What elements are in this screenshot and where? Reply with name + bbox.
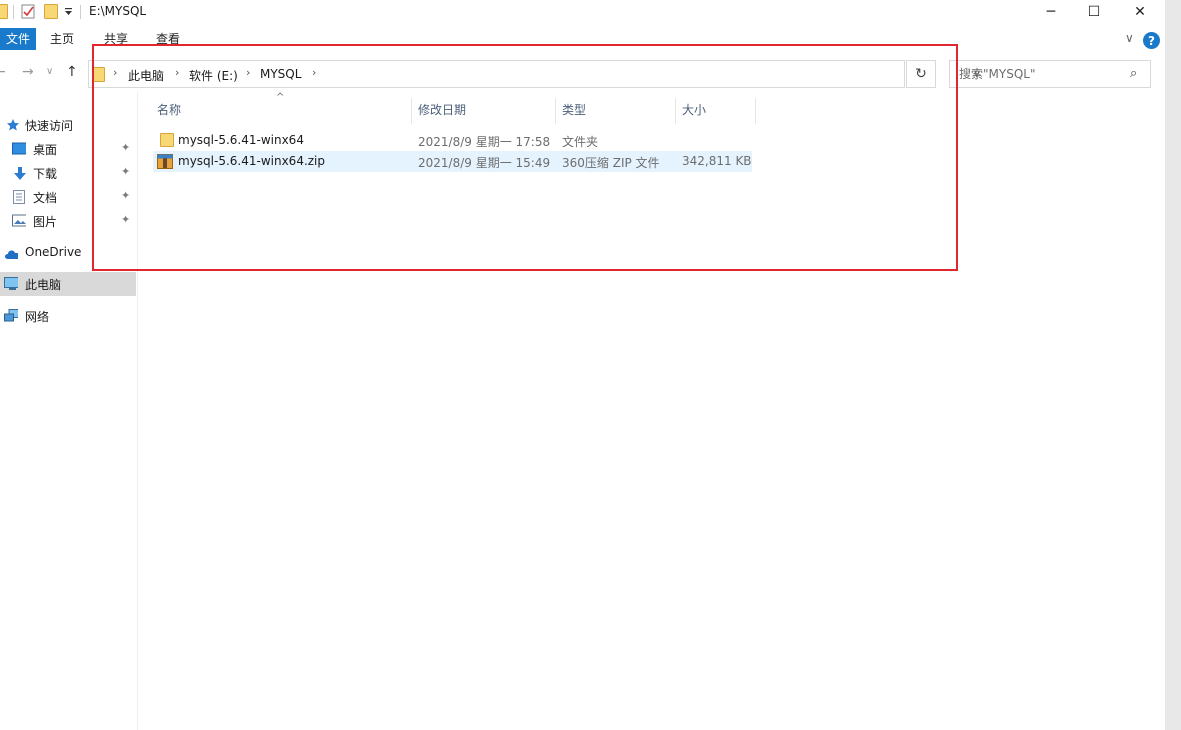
search-icon[interactable]: ⌕: [1130, 66, 1137, 81]
folder-icon: [0, 4, 8, 19]
help-icon[interactable]: ?: [1143, 32, 1160, 49]
nav-item-label: OneDrive: [25, 245, 82, 259]
properties-icon[interactable]: [21, 4, 36, 19]
up-button[interactable]: ↑: [66, 64, 78, 80]
download-icon: [14, 167, 26, 180]
nav-item-label: 此电脑: [25, 278, 62, 292]
window-edge: [1165, 0, 1181, 730]
pictures-icon: [12, 214, 26, 227]
maximize-button[interactable]: ☐: [1071, 0, 1117, 24]
divider: [13, 5, 14, 19]
customize-quick-access-icon[interactable]: [64, 8, 73, 17]
window-title: E:\MYSQL: [89, 4, 147, 18]
computer-icon: [4, 277, 18, 290]
forward-button[interactable]: →: [22, 64, 34, 80]
back-button[interactable]: ←: [0, 64, 6, 80]
nav-item-network[interactable]: 网络: [0, 304, 136, 328]
network-icon: [4, 309, 18, 322]
document-icon: [13, 190, 25, 204]
expand-ribbon-icon[interactable]: ∨: [1125, 31, 1134, 45]
search-input[interactable]: [959, 67, 1119, 81]
nav-item-label: 桌面: [33, 143, 58, 157]
search-box[interactable]: ⌕: [949, 60, 1151, 88]
divider: [80, 5, 81, 19]
nav-item-label: 文档: [33, 191, 58, 205]
desktop-icon: [12, 142, 26, 155]
nav-item-label: 快速访问: [25, 119, 74, 133]
tab-file[interactable]: 文件: [0, 28, 36, 50]
tab-home[interactable]: 主页: [50, 28, 74, 50]
title-bar: E:\MYSQL ─ ☐ ✕: [0, 0, 1165, 24]
nav-item-this-pc[interactable]: 此电脑: [0, 272, 136, 296]
annotation-highlight-box: [92, 44, 958, 271]
cloud-icon: [5, 250, 18, 259]
close-button[interactable]: ✕: [1117, 0, 1163, 24]
nav-item-label: 下载: [33, 167, 58, 181]
star-icon: [7, 119, 19, 131]
minimize-button[interactable]: ─: [1028, 0, 1074, 24]
new-folder-icon[interactable]: [44, 4, 58, 19]
recent-locations-button[interactable]: ∨: [46, 66, 53, 77]
nav-item-label: 网络: [25, 310, 50, 324]
nav-item-label: 图片: [33, 215, 58, 229]
